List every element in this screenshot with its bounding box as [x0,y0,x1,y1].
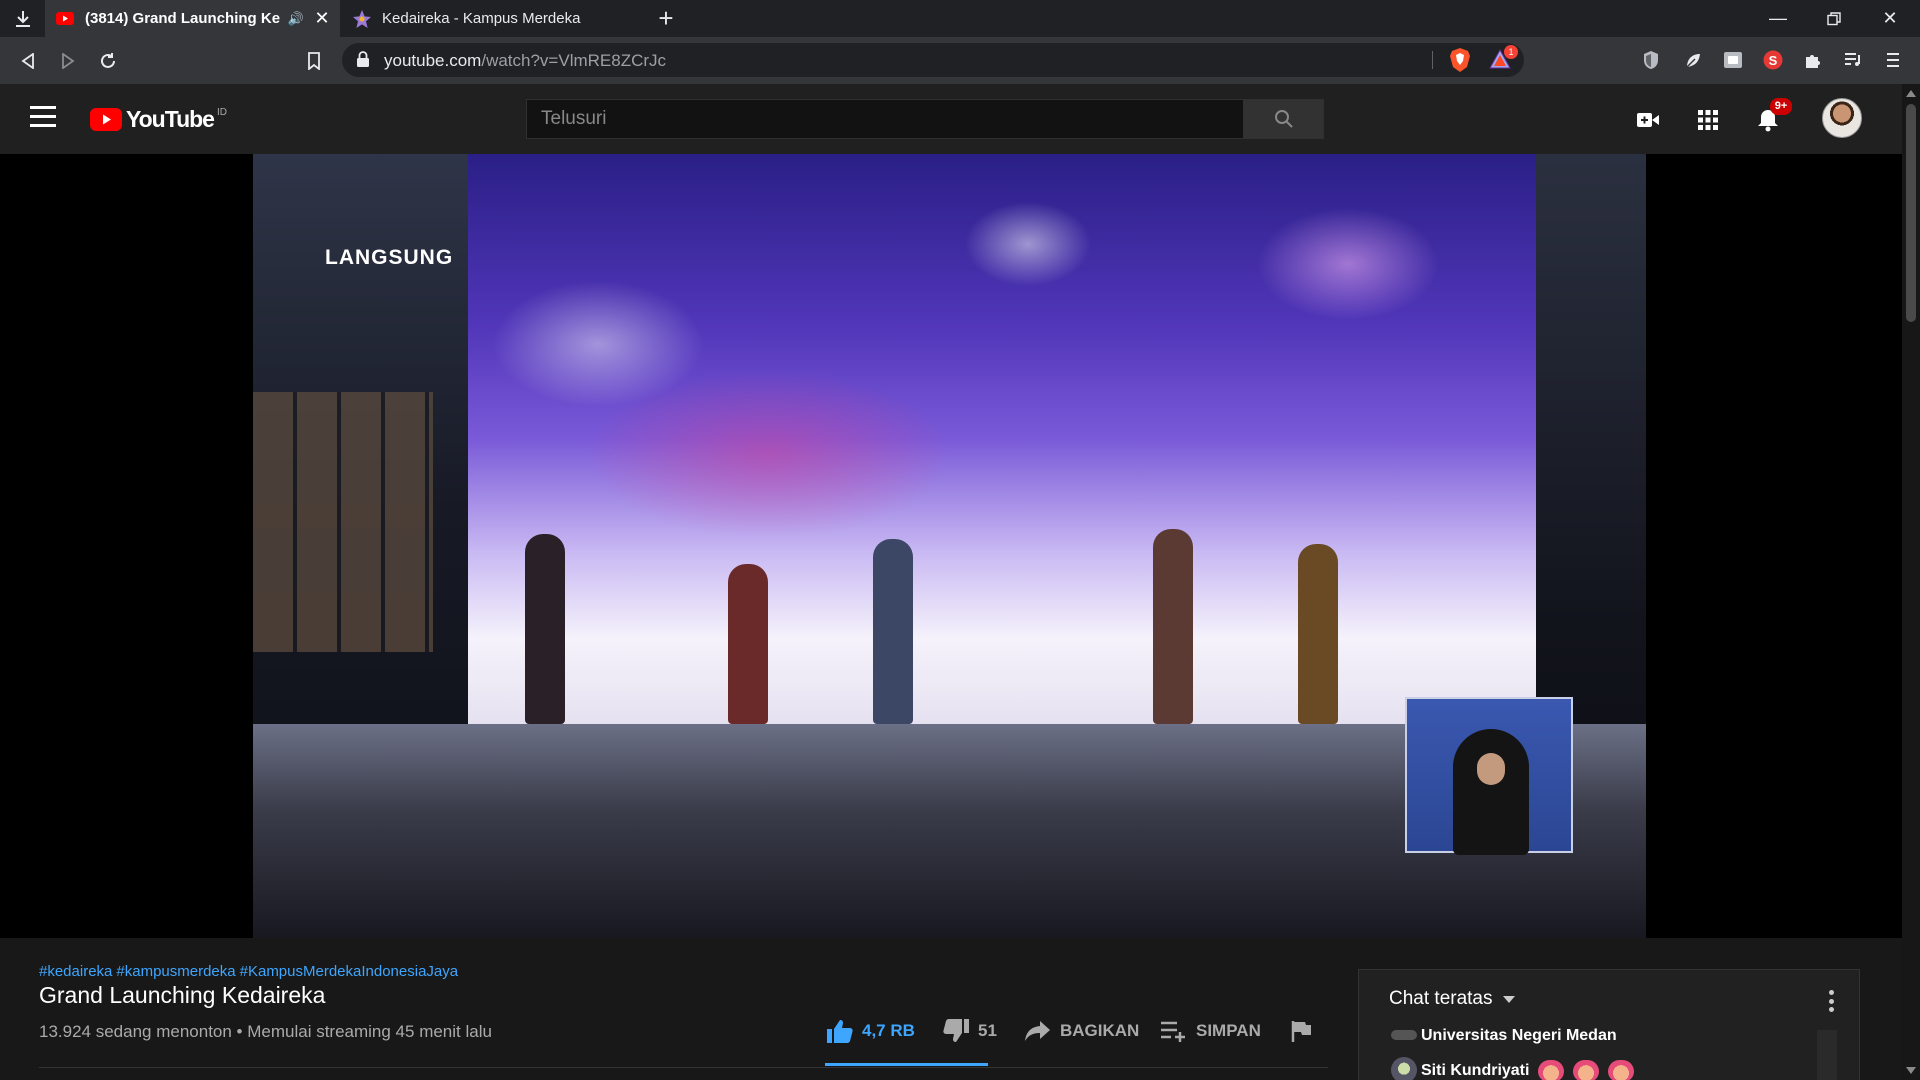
back-button[interactable] [14,47,42,75]
brave-shields-icon[interactable] [1448,47,1472,78]
video-person [728,564,768,724]
video-title: Grand Launching Kedaireka [39,982,326,1008]
chat-author[interactable]: Siti Kundriyati [1421,1062,1529,1080]
hashtag-link[interactable]: #kedaireka [39,963,112,980]
youtube-masthead: YouTube ID 9+ [0,84,1902,154]
live-label: LANGSUNG [325,246,454,269]
scroll-down-arrow-icon[interactable] [1906,1067,1916,1074]
puzzle-extensions-icon[interactable] [1800,47,1826,73]
scrollbar-thumb[interactable] [1906,104,1916,322]
like-button[interactable]: 4,7 RB [826,1014,915,1048]
lock-icon [356,51,370,73]
audio-playing-icon[interactable]: 🔊 [288,11,304,27]
country-code: ID [216,107,227,118]
tab-youtube[interactable]: (3814) Grand Launching Kedaireka - YouTu… [45,0,340,37]
chat-author-avatar [1391,1030,1417,1040]
chat-more-options-icon[interactable] [1829,990,1835,1012]
playlist-icon[interactable] [1840,47,1866,73]
report-button[interactable] [1290,1014,1320,1048]
emoji-icon [1573,1060,1600,1080]
new-tab-button[interactable]: + [652,5,680,33]
share-label: BAGIKAN [1060,1021,1140,1040]
notifications-badge: 9+ [1770,98,1792,115]
browser-toolbar: youtube.com/watch?v=VlmRE8ZCrJc 1 S [0,37,1920,84]
youtube-logo[interactable]: YouTube ID [90,106,227,133]
url-text: youtube.com/watch?v=VlmRE8ZCrJc [384,51,667,70]
hashtag-link[interactable]: #kampusmerdeka [116,963,235,980]
svg-text:S: S [1769,53,1778,68]
thumbs-down-icon [943,1019,969,1042]
address-separator [1432,51,1433,69]
browser-tab-strip: (3814) Grand Launching Kedaireka - YouTu… [0,0,1920,37]
logo-text: YouTube [126,106,215,132]
viewer-count: 13.924 sedang menonton [39,1022,232,1041]
sign-language-interpreter [1405,697,1573,855]
chat-mode-dropdown[interactable]: Chat teratas [1389,988,1515,1010]
video-meta: 13.924 sedang menonton • Memulai streami… [39,1022,492,1041]
video-zoom-gallery [253,392,433,652]
live-chat-panel: Chat teratas Universitas Negeri Medan Si… [1358,969,1860,1080]
tab-kedaireka[interactable]: Kedaireka - Kampus Merdeka [342,0,640,37]
search-icon [1274,110,1293,128]
window-extension-icon[interactable] [1720,47,1746,73]
restore-window-button[interactable] [1806,0,1862,37]
video-person [525,534,565,724]
like-count: 4,7 RB [862,1021,915,1040]
stream-start: Memulai streaming 45 menit lalu [247,1022,492,1041]
chat-message: Universitas Negeri Medan [1421,1027,1617,1045]
page-scrollbar[interactable] [1902,84,1920,1080]
search-box [526,99,1324,139]
emoji-icon [1538,1060,1565,1080]
chat-author-avatar [1391,1057,1417,1080]
bookmark-icon[interactable] [300,47,328,75]
emoji-icon [1608,1060,1635,1080]
apps-grid-icon[interactable] [1694,106,1722,134]
save-label: SIMPAN [1196,1021,1261,1040]
leaf-extension-icon[interactable] [1680,47,1706,73]
forward-button[interactable] [54,47,82,75]
search-button[interactable] [1244,99,1324,139]
address-bar[interactable]: youtube.com/watch?v=VlmRE8ZCrJc 1 [342,43,1524,77]
divider [39,1067,1328,1068]
chat-author[interactable]: Universitas Negeri Medan [1421,1027,1617,1045]
chat-message: Siti Kundriyati [1421,1060,1635,1080]
hashtag-link[interactable]: #KampusMerdekaIndonesiaJaya [240,963,458,980]
chat-scrollbar[interactable] [1817,1030,1837,1080]
reload-button[interactable] [94,47,122,75]
downloads-icon[interactable] [8,6,38,32]
save-button[interactable]: SIMPAN [1160,1014,1261,1048]
rewards-badge: 1 [1504,45,1518,59]
shield-extension-icon[interactable] [1638,47,1664,73]
search-input[interactable] [526,99,1244,139]
flag-icon [1291,1021,1311,1042]
video-person [1298,544,1338,724]
chat-header-label: Chat teratas [1389,988,1493,1009]
browser-menu-icon[interactable] [1880,47,1906,73]
scroll-up-arrow-icon[interactable] [1906,90,1916,97]
user-avatar[interactable] [1822,98,1862,138]
tab-title: Kedaireka - Kampus Merdeka [382,10,581,27]
video-player[interactable]: LANGSUNG [253,154,1646,938]
thumbs-up-icon [827,1020,853,1043]
tab-title: (3814) Grand Launching Kedaireka - YouTu… [85,10,280,27]
hashtags: #kedaireka #kampusmerdeka #KampusMerdekaIn… [39,963,462,980]
create-video-icon[interactable] [1634,106,1662,134]
share-icon [1025,1021,1050,1041]
dislike-count: 51 [978,1021,997,1040]
s-extension-icon[interactable]: S [1760,47,1786,73]
chevron-down-icon [1502,995,1515,1003]
guide-menu-icon[interactable] [30,106,56,130]
playlist-add-icon [1161,1021,1185,1042]
minimize-window-button[interactable]: — [1750,0,1806,37]
close-tab-icon[interactable]: ✕ [312,8,332,29]
video-person [1153,529,1193,724]
youtube-icon [55,9,75,29]
close-window-button[interactable]: ✕ [1862,0,1918,37]
share-button[interactable]: BAGIKAN [1024,1014,1139,1048]
video-person [873,539,913,724]
like-dislike-ratio-bar [825,1063,988,1066]
kedaireka-icon [352,9,372,29]
dislike-button[interactable]: 51 [942,1014,997,1048]
video-led-screen [468,154,1536,724]
